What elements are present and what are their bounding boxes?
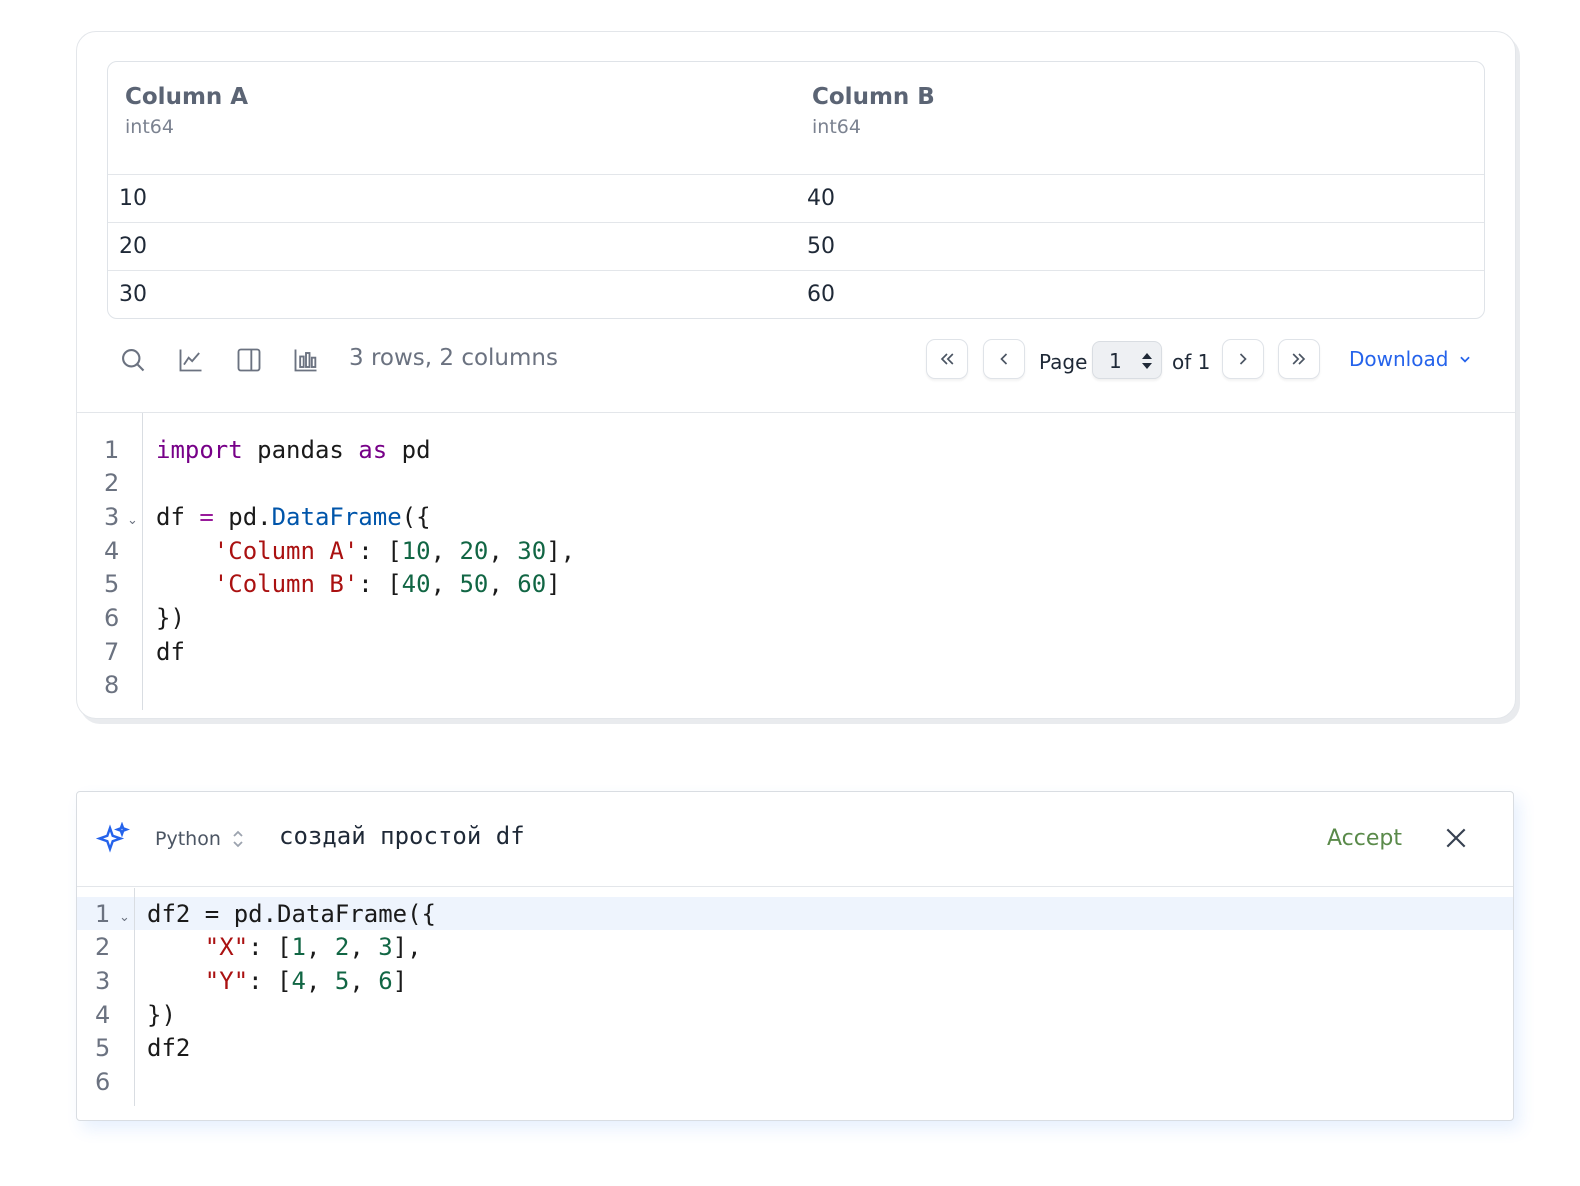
column-header-b[interactable]: Column B int64 [812, 82, 935, 140]
column-name: Column B [812, 84, 935, 110]
page-total: of 1 [1172, 350, 1211, 374]
line-number: 3 [95, 967, 111, 995]
line-number: 2 [104, 469, 120, 497]
table-cell: 60 [807, 282, 835, 307]
code-line: "Y": [4, 5, 6] [204, 967, 408, 995]
line-number: 4 [95, 1001, 111, 1029]
column-header-a[interactable]: Column A int64 [125, 82, 248, 140]
page-label: Page [1039, 350, 1088, 374]
table-row: 20 50 [108, 223, 1484, 271]
accept-button[interactable]: Accept [1327, 826, 1402, 851]
code-line: df2 = pd.DataFrame({ [147, 900, 436, 928]
code-line: df2 [147, 1034, 191, 1062]
line-number: 6 [95, 1068, 111, 1096]
ai-prompt-input[interactable]: создай простой df [279, 822, 525, 850]
column-dtype: int64 [125, 116, 174, 138]
ai-code-editor[interactable]: 1 ⌄ 2 3 4 5 6 df2 = pd.DataFrame({ "X": … [77, 888, 1513, 1120]
table-row: 10 40 [108, 175, 1484, 223]
page-select[interactable]: 1 [1092, 341, 1162, 379]
last-page-button[interactable] [1278, 339, 1320, 379]
fold-chevron-icon[interactable]: ⌄ [127, 513, 138, 528]
line-gutter: 1 2 3 ⌄ 4 5 6 7 8 [77, 413, 143, 710]
row-count: 3 rows, 2 columns [349, 345, 558, 371]
column-name: Column A [125, 84, 249, 110]
notebook-cell: Column A int64 Column B int64 10 40 20 5… [76, 31, 1516, 719]
prev-page-button[interactable] [983, 339, 1025, 379]
download-button[interactable]: Download [1349, 347, 1472, 371]
chevron-right-icon [1239, 353, 1247, 365]
line-number: 1 [95, 900, 111, 928]
close-icon [1446, 828, 1466, 848]
line-number: 8 [104, 671, 120, 699]
table-cell: 30 [119, 282, 147, 307]
code-line: }) [156, 604, 185, 632]
bar-chart-icon[interactable] [290, 344, 322, 376]
table-toolbar: 3 rows, 2 columns Page 1 of 1 Download [77, 322, 1515, 410]
next-page-button[interactable] [1222, 339, 1264, 379]
table-cell: 20 [119, 234, 147, 259]
code-line: 'Column B': [40, 50, 60] [213, 570, 561, 598]
stepper-icon [1142, 353, 1152, 369]
chevrons-right-icon [1292, 353, 1306, 365]
line-number: 3 [104, 503, 120, 531]
table-cell: 10 [119, 186, 147, 211]
chevron-up-down-icon [233, 830, 243, 848]
table-row: 30 60 [108, 271, 1484, 318]
line-number: 1 [104, 436, 120, 464]
close-button[interactable] [1443, 825, 1469, 855]
line-number: 5 [104, 570, 120, 598]
line-gutter: 1 ⌄ 2 3 4 5 6 [77, 888, 135, 1106]
code-line: df [156, 638, 185, 666]
ai-prompt-bar: Python создай простой df Accept [77, 792, 1513, 887]
dataframe-table: Column A int64 Column B int64 10 40 20 5… [107, 61, 1485, 319]
code-line: df = pd.DataFrame({ [156, 503, 431, 531]
table-header: Column A int64 Column B int64 [108, 62, 1484, 175]
panel-icon[interactable] [233, 344, 265, 376]
ai-suggestion-cell: Python создай простой df Accept 1 ⌄ 2 3 … [76, 791, 1514, 1121]
line-number: 6 [104, 604, 120, 632]
fold-chevron-icon[interactable]: ⌄ [119, 910, 130, 925]
line-chart-icon[interactable] [175, 344, 207, 376]
chevrons-left-icon [940, 353, 954, 365]
line-number: 5 [95, 1034, 111, 1062]
code-editor[interactable]: 1 2 3 ⌄ 4 5 6 7 8 import pandas as pd df… [77, 412, 1515, 718]
page-value: 1 [1109, 349, 1122, 373]
code-line: import pandas as pd [156, 436, 431, 464]
language-select[interactable]: Python [155, 828, 245, 850]
code-line: }) [147, 1001, 176, 1029]
chevron-left-icon [1000, 353, 1008, 365]
sparkle-icon [95, 822, 131, 853]
language-label: Python [155, 828, 221, 850]
table-cell: 40 [807, 186, 835, 211]
download-label: Download [1349, 347, 1449, 371]
first-page-button[interactable] [926, 339, 968, 379]
column-dtype: int64 [812, 116, 861, 138]
line-number: 2 [95, 933, 111, 961]
chevron-down-icon [1460, 356, 1471, 363]
code-line: "X": [1, 2, 3], [204, 933, 422, 961]
table-cell: 50 [807, 234, 835, 259]
line-number: 4 [104, 537, 120, 565]
code-line: 'Column A': [10, 20, 30], [213, 537, 576, 565]
search-icon[interactable] [117, 344, 149, 376]
line-number: 7 [104, 638, 120, 666]
